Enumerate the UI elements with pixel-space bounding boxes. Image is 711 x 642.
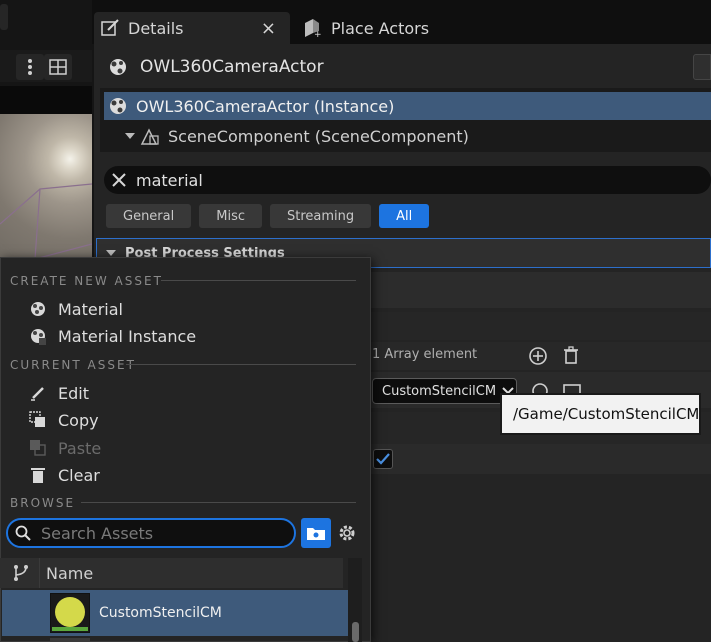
menu-item-material[interactable]: Material: [27, 296, 123, 322]
material-asset-combo[interactable]: CustomStencilCM: [372, 378, 517, 404]
details-pencil-icon: [100, 18, 120, 38]
browse-folder-button[interactable]: [301, 518, 331, 548]
menu-item-copy[interactable]: Copy: [27, 407, 99, 433]
asset-list-item[interactable]: CustomStencilCM: [2, 590, 348, 636]
folder-search-icon: [307, 528, 325, 540]
current-asset-header: CURRENT ASSET: [10, 358, 136, 372]
menu-item-clear[interactable]: Clear: [27, 462, 100, 488]
add-component-button[interactable]: [693, 54, 711, 80]
scene-component-icon: [140, 126, 160, 146]
gear-icon[interactable]: [336, 520, 358, 546]
scrollbar-thumb[interactable]: [352, 622, 359, 642]
clear-search-icon[interactable]: [112, 173, 126, 187]
paste-icon: [27, 437, 49, 459]
menu-item-label: Edit: [58, 383, 89, 403]
component-row-instance[interactable]: OWL360CameraActor (Instance): [104, 92, 711, 120]
close-icon[interactable]: ×: [261, 18, 276, 39]
trash-icon: [27, 464, 49, 486]
instance-label: OWL360CameraActor (Instance): [136, 96, 395, 116]
menu-item-material-instance[interactable]: Material Instance: [27, 323, 196, 349]
scene-component-label: SceneComponent (SceneComponent): [168, 126, 469, 146]
search-value: material: [136, 170, 203, 190]
search-assets-placeholder: Search Assets: [41, 523, 154, 543]
menu-item-label: Clear: [58, 465, 100, 485]
filter-all[interactable]: All: [379, 204, 430, 228]
viewport-toolbar-button[interactable]: [0, 4, 8, 30]
details-search-input[interactable]: material: [104, 166, 711, 194]
menu-item-label: Paste: [58, 438, 102, 458]
material-asset-value: CustomStencilCM: [382, 383, 497, 399]
delete-all-icon[interactable]: [561, 345, 581, 369]
wireframe-box: [0, 183, 92, 274]
menu-item-label: Material: [58, 299, 123, 319]
create-new-asset-header: CREATE NEW ASSET: [10, 274, 163, 288]
viewport-header-strip: [0, 86, 92, 114]
column-name-header[interactable]: Name: [46, 564, 93, 583]
asset-list-header: Name: [0, 558, 343, 588]
place-actors-icon: +: [302, 18, 322, 38]
filter-misc[interactable]: Misc: [199, 204, 262, 228]
expand-arrow-icon[interactable]: [124, 131, 136, 141]
copy-icon: [27, 409, 49, 431]
divider: [161, 280, 356, 281]
svg-text:+: +: [314, 30, 322, 38]
add-element-icon[interactable]: [528, 346, 548, 370]
filter-streaming[interactable]: Streaming: [269, 204, 372, 228]
material-sphere-icon: [27, 298, 49, 320]
material-thumbnail-icon: [52, 597, 88, 631]
tab-details-label: Details: [128, 18, 184, 38]
tab-place-actors[interactable]: + Place Actors: [298, 12, 478, 44]
asset-path-tooltip: /Game/CustomStencilCM: [500, 393, 701, 435]
array-count: 1 Array element: [372, 347, 478, 362]
browse-header: BROWSE: [10, 496, 76, 510]
menu-item-label: Material Instance: [58, 326, 197, 346]
next-asset-thumbnail: [50, 638, 90, 642]
actor-header: OWL360CameraActor: [94, 50, 711, 84]
filter-general[interactable]: General: [106, 204, 192, 228]
search-icon: [15, 525, 31, 541]
enabled-checkbox[interactable]: [373, 449, 393, 469]
menu-item-paste[interactable]: Paste: [27, 435, 101, 461]
column-divider: [39, 558, 40, 588]
asset-thumbnail: [50, 593, 90, 633]
menu-item-label: Copy: [58, 410, 99, 430]
pencil-icon: [27, 382, 49, 404]
actor-icon: [108, 57, 128, 77]
branch-icon[interactable]: [12, 564, 30, 582]
actor-instance-icon: [108, 96, 128, 116]
filter-bar: General Misc Streaming All: [106, 204, 430, 228]
asset-name: CustomStencilCM: [99, 605, 222, 621]
tab-details[interactable]: Details ×: [94, 12, 290, 44]
menu-item-edit[interactable]: Edit: [27, 380, 89, 406]
material-instance-icon: [27, 325, 49, 347]
actor-name: OWL360CameraActor: [140, 57, 324, 77]
tab-place-actors-label: Place Actors: [331, 18, 430, 38]
divider: [81, 502, 356, 503]
search-assets-input[interactable]: Search Assets: [6, 518, 296, 548]
divider: [126, 364, 356, 365]
layout-grid-icon[interactable]: [44, 54, 72, 80]
level-viewport[interactable]: [0, 114, 92, 274]
component-row-scene[interactable]: SceneComponent (SceneComponent): [104, 122, 711, 150]
kebab-menu-icon[interactable]: [16, 54, 44, 80]
